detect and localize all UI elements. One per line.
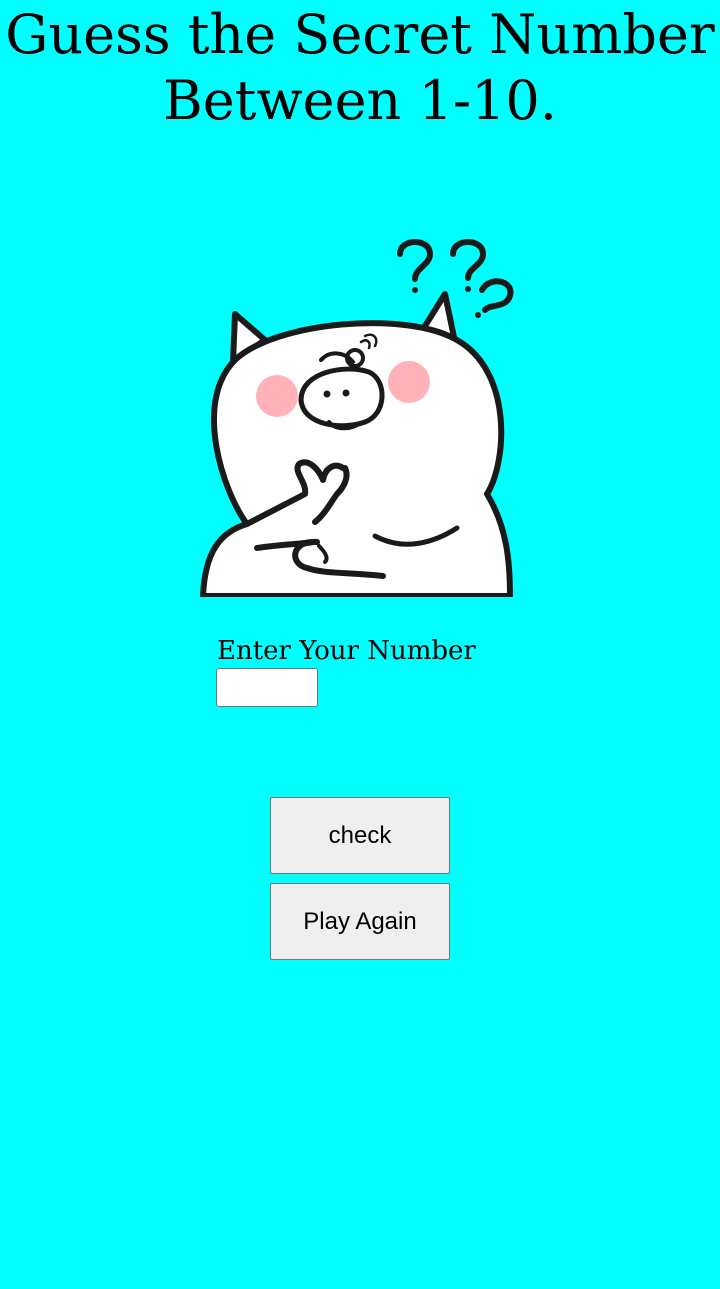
number-input[interactable] [216,668,318,707]
thinking-pig-icon [195,232,525,597]
play-again-button[interactable]: Play Again [270,883,450,960]
question-marks-icon [397,239,514,318]
page-title: Guess the Secret Number Between 1-10. [5,3,715,132]
number-input-label: Enter Your Number [217,636,476,666]
check-button[interactable]: check [270,797,450,874]
